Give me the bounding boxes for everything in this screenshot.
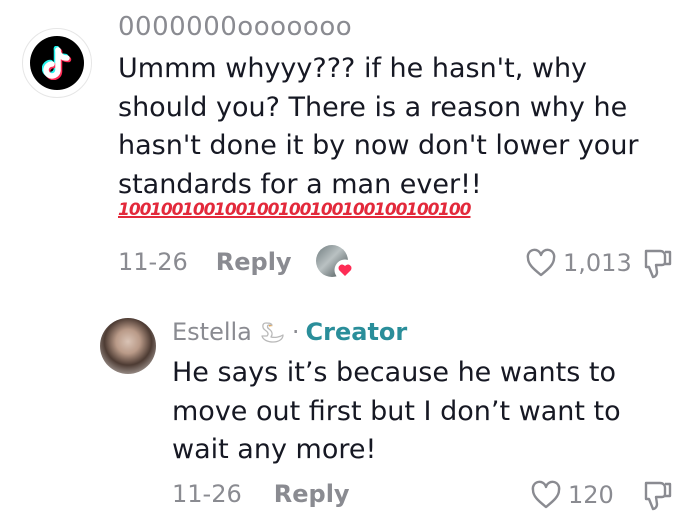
reply-button[interactable]: Reply (216, 248, 292, 276)
hundred-emoji-icon: 100 (182, 200, 216, 220)
commenter-avatar[interactable] (22, 28, 92, 98)
comment-thread: 0000000ooooooo Ummm whyyy??? if he hasn'… (0, 0, 700, 527)
thumbs-down-icon[interactable] (640, 247, 676, 281)
comment-date: 11-26 (118, 248, 188, 276)
hundred-emoji-icon: 100 (438, 200, 472, 220)
hundred-emoji-icon: 100 (406, 200, 440, 220)
reply-to-reply-button[interactable]: Reply (274, 480, 350, 508)
hundred-emoji-icon: 100 (118, 200, 152, 220)
reply-like-button[interactable]: 120 (530, 480, 614, 510)
reply-meta: 11-26 Reply (172, 480, 350, 508)
comment-meta: 11-26 Reply (118, 248, 292, 276)
comment-text: Ummm whyyy??? if he hasn't, why should y… (118, 53, 639, 200)
thumbs-down-icon[interactable] (640, 479, 676, 513)
separator-dot: · (291, 318, 300, 346)
like-count: 1,013 (563, 249, 632, 277)
creator-avatar[interactable] (100, 318, 156, 374)
heart-outline-icon (526, 248, 556, 277)
reply-text: He says it’s because he wants to move ou… (172, 357, 621, 465)
hundred-emoji-icon: 100 (246, 200, 280, 220)
creator-liked-badge (316, 245, 356, 281)
hundred-emoji-icon: 100 (150, 200, 184, 220)
reply-header: Estella · Creator (172, 318, 407, 346)
hundred-emoji-icon: 100 (214, 200, 248, 220)
reply-date: 11-26 (172, 480, 242, 508)
swan-emoji-icon (261, 322, 284, 343)
hundred-emoji-icon: 100 (342, 200, 376, 220)
hundred-emoji-icon: 100 (278, 200, 312, 220)
heart-badge-icon (334, 259, 356, 281)
like-button[interactable]: 1,013 (525, 248, 632, 278)
creator-badge: Creator (305, 318, 408, 346)
heart-outline-icon (531, 480, 561, 509)
commenter-username[interactable]: 0000000ooooooo (118, 12, 352, 42)
hundred-emoji-icon: 100 (310, 200, 344, 220)
hundred-emoji-row: 100 100 100 100 100 100 100 100 100 100 … (118, 200, 472, 220)
hundred-emoji-icon: 100 (374, 200, 408, 220)
tiktok-logo-icon (30, 36, 84, 90)
reply-like-count: 120 (568, 481, 614, 509)
reply-username[interactable]: Estella (172, 318, 252, 346)
